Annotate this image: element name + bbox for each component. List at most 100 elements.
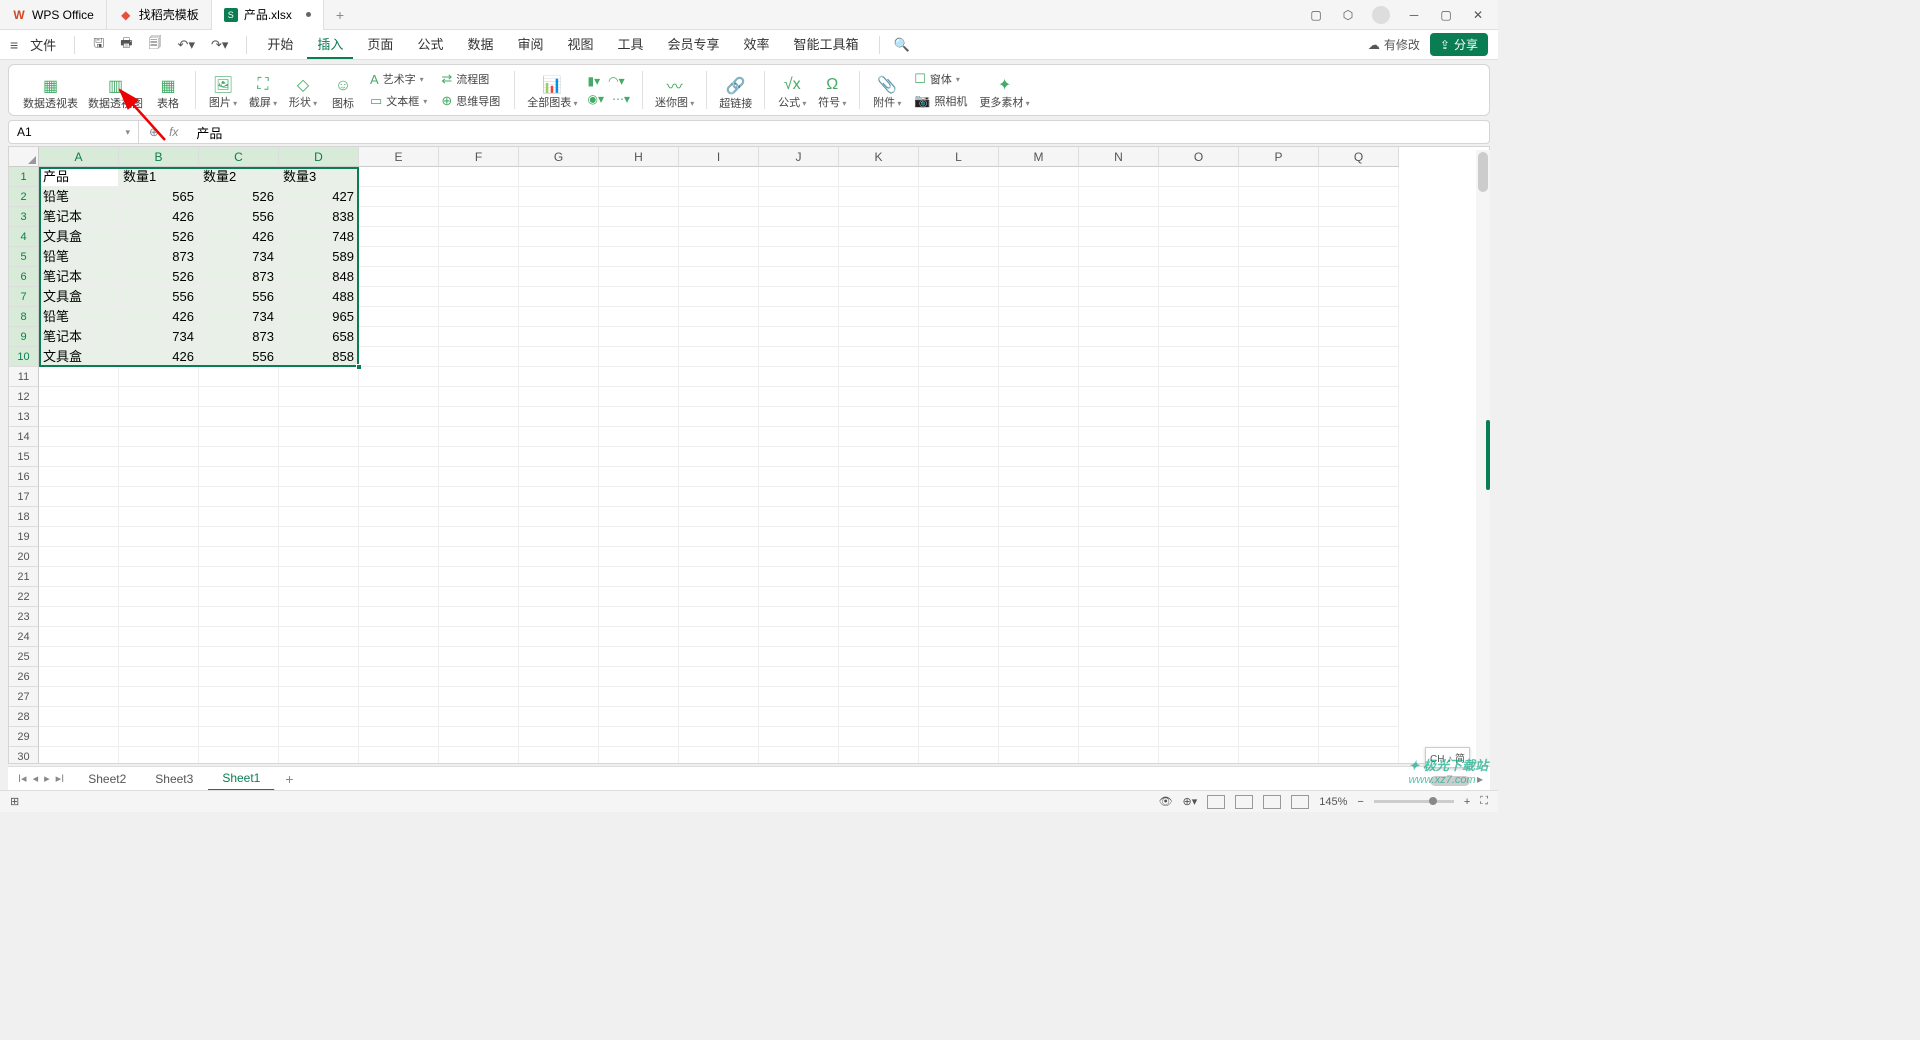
cell[interactable] xyxy=(1079,287,1159,307)
cell[interactable] xyxy=(1079,607,1159,627)
cell[interactable] xyxy=(759,287,839,307)
cell[interactable] xyxy=(359,307,439,327)
line-chart-icon[interactable]: ◠▾ xyxy=(608,74,625,88)
cell[interactable]: 数量3 xyxy=(279,167,359,187)
bar-chart-icon[interactable]: ▮▾ xyxy=(587,74,600,88)
column-header[interactable]: F xyxy=(439,147,519,167)
cell[interactable] xyxy=(759,647,839,667)
cell[interactable] xyxy=(919,627,999,647)
preview-icon[interactable]: 🗐 xyxy=(145,34,166,56)
cell[interactable] xyxy=(359,447,439,467)
cell[interactable] xyxy=(119,527,199,547)
cell[interactable] xyxy=(1319,587,1399,607)
cell[interactable] xyxy=(119,447,199,467)
cell[interactable] xyxy=(599,727,679,747)
cell[interactable] xyxy=(759,267,839,287)
cell[interactable] xyxy=(1159,427,1239,447)
cell[interactable] xyxy=(999,707,1079,727)
redo-icon[interactable]: ↷▾ xyxy=(207,37,232,53)
cell[interactable] xyxy=(999,727,1079,747)
cell[interactable] xyxy=(1239,727,1319,747)
form-button[interactable]: ☐窗体 xyxy=(912,69,969,89)
cell[interactable] xyxy=(919,487,999,507)
cell[interactable] xyxy=(1319,687,1399,707)
cell[interactable] xyxy=(919,567,999,587)
cell[interactable] xyxy=(919,167,999,187)
cell[interactable] xyxy=(199,427,279,447)
cell[interactable] xyxy=(1239,507,1319,527)
row-header[interactable]: 26 xyxy=(9,667,39,687)
column-header[interactable]: P xyxy=(1239,147,1319,167)
cell[interactable]: 数量1 xyxy=(119,167,199,187)
row-header[interactable]: 4 xyxy=(9,227,39,247)
cell[interactable] xyxy=(679,247,759,267)
cell[interactable]: 488 xyxy=(279,287,359,307)
cell[interactable] xyxy=(1319,447,1399,467)
cell[interactable] xyxy=(759,307,839,327)
cell[interactable] xyxy=(999,247,1079,267)
sheet-tab-active[interactable]: Sheet1 xyxy=(208,767,275,791)
cell[interactable] xyxy=(279,387,359,407)
cell[interactable] xyxy=(999,327,1079,347)
cell[interactable] xyxy=(359,507,439,527)
cell[interactable] xyxy=(1319,227,1399,247)
cell[interactable] xyxy=(519,667,599,687)
cell[interactable] xyxy=(999,307,1079,327)
cell[interactable] xyxy=(1159,527,1239,547)
cell[interactable] xyxy=(1079,667,1159,687)
cell[interactable] xyxy=(1239,547,1319,567)
cell[interactable] xyxy=(999,627,1079,647)
cell[interactable] xyxy=(1319,747,1399,764)
cell[interactable] xyxy=(439,347,519,367)
cell[interactable] xyxy=(1319,367,1399,387)
cell[interactable] xyxy=(359,667,439,687)
cell[interactable] xyxy=(679,327,759,347)
cell[interactable] xyxy=(1239,407,1319,427)
shapes-button[interactable]: ◇形状 xyxy=(288,67,318,113)
cell[interactable] xyxy=(759,687,839,707)
cell[interactable] xyxy=(839,287,919,307)
cell[interactable] xyxy=(1319,207,1399,227)
cell[interactable] xyxy=(1319,267,1399,287)
cell[interactable] xyxy=(199,367,279,387)
cell[interactable] xyxy=(279,407,359,427)
cell[interactable] xyxy=(599,587,679,607)
cell[interactable] xyxy=(599,367,679,387)
cell[interactable] xyxy=(759,407,839,427)
cell[interactable]: 文具盒 xyxy=(39,287,119,307)
cell[interactable] xyxy=(999,447,1079,467)
settings-icon[interactable]: ⛶ xyxy=(1480,795,1488,808)
cell[interactable] xyxy=(439,307,519,327)
cell[interactable] xyxy=(759,387,839,407)
cell[interactable] xyxy=(1159,547,1239,567)
cell[interactable] xyxy=(679,687,759,707)
cell[interactable] xyxy=(1159,587,1239,607)
cell[interactable] xyxy=(1239,287,1319,307)
row-header[interactable]: 25 xyxy=(9,647,39,667)
cell[interactable] xyxy=(599,187,679,207)
cell[interactable] xyxy=(199,587,279,607)
cell[interactable] xyxy=(119,387,199,407)
cell[interactable] xyxy=(39,387,119,407)
column-header[interactable]: H xyxy=(599,147,679,167)
cell[interactable]: 838 xyxy=(279,207,359,227)
pivot-table-button[interactable]: ▦数据透视表 xyxy=(23,67,78,113)
cell[interactable] xyxy=(199,387,279,407)
cell[interactable] xyxy=(359,627,439,647)
page-view-icon[interactable] xyxy=(1235,795,1253,809)
cell[interactable] xyxy=(119,647,199,667)
row-header[interactable]: 8 xyxy=(9,307,39,327)
eye-icon[interactable]: 👁 xyxy=(1159,795,1173,808)
cell[interactable] xyxy=(39,367,119,387)
cell[interactable] xyxy=(279,567,359,587)
cell[interactable] xyxy=(359,367,439,387)
cell[interactable] xyxy=(1159,467,1239,487)
cell[interactable] xyxy=(759,327,839,347)
cell[interactable] xyxy=(919,667,999,687)
cell[interactable] xyxy=(1079,527,1159,547)
cell[interactable] xyxy=(439,667,519,687)
app-icon[interactable]: ▢ xyxy=(1308,7,1324,23)
cell[interactable] xyxy=(599,487,679,507)
row-header[interactable]: 15 xyxy=(9,447,39,467)
cell[interactable] xyxy=(439,527,519,547)
